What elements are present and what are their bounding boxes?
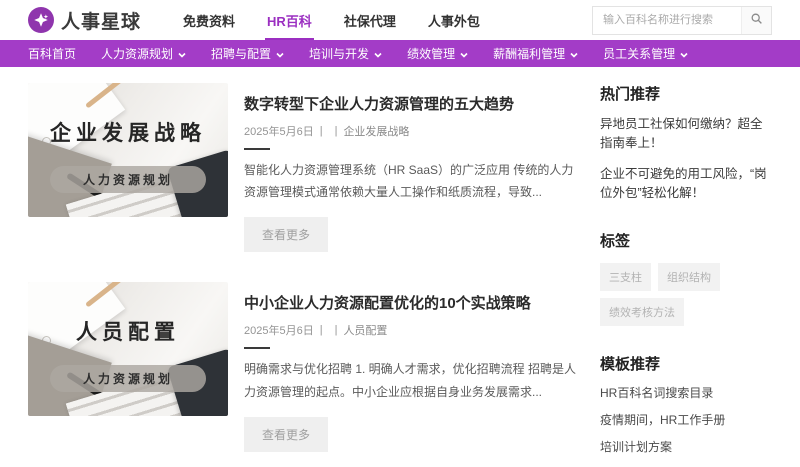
article-category-link[interactable]: 人员配置 <box>343 322 387 338</box>
article-excerpt: 明确需求与优化招聘 1. 明确人才需求，优化招聘流程 招聘是人力资源管理的起点。… <box>244 358 580 402</box>
wikinav-compensation-label: 薪酬福利管理 <box>493 45 565 62</box>
site-logo[interactable]: 人事星球 <box>28 7 141 34</box>
site-title: 人事星球 <box>61 7 141 34</box>
nav-hr-outsourcing[interactable]: 人事外包 <box>426 7 482 34</box>
meta-separator: | <box>320 324 323 336</box>
tags-title: 标签 <box>600 230 772 251</box>
article-category-link[interactable]: 企业发展战略 <box>343 123 409 139</box>
wikinav-recruiting[interactable]: 招聘与配置 <box>211 45 284 62</box>
meta-divider <box>244 347 270 349</box>
tag-list: 三支柱 组织结构 绩效考核方法 <box>600 263 772 326</box>
hot-item-link[interactable]: 企业不可避免的用工风险，“岗位外包”轻松化解！ <box>600 165 772 204</box>
article-body: 中小企业人力资源配置优化的10个实战策略 2025年5月6日 | | 人员配置 … <box>244 282 580 451</box>
read-more-button[interactable]: 查看更多 <box>244 217 328 252</box>
chevron-down-icon <box>374 47 382 61</box>
templates-title: 模板推荐 <box>600 353 772 374</box>
chevron-down-icon <box>276 47 284 61</box>
chevron-down-icon <box>178 47 186 61</box>
wikinav-home[interactable]: 百科首页 <box>28 45 76 62</box>
read-more-button[interactable]: 查看更多 <box>244 417 328 452</box>
wikinav-compensation[interactable]: 薪酬福利管理 <box>493 45 578 62</box>
wikinav-training-label: 培训与开发 <box>309 45 369 62</box>
page-content: 企业发展战略 人力资源规划 数字转型下企业人力资源管理的五大趋势 2025年5月… <box>0 67 800 467</box>
article-body: 数字转型下企业人力资源管理的五大趋势 2025年5月6日 | | 企业发展战略 … <box>244 83 580 252</box>
wikinav-employee-relations[interactable]: 员工关系管理 <box>603 45 688 62</box>
nav-free-resources[interactable]: 免费资料 <box>181 7 237 34</box>
site-header: 人事星球 免费资料 HR百科 社保代理 人事外包 <box>0 0 800 40</box>
meta-separator: | <box>320 125 323 137</box>
thumbnail-badge: 人力资源规划 <box>50 166 206 193</box>
nav-hr-wiki[interactable]: HR百科 <box>265 7 314 34</box>
chevron-down-icon <box>460 47 468 61</box>
tag-pill[interactable]: 组织结构 <box>658 263 720 291</box>
top-nav: 免费资料 HR百科 社保代理 人事外包 <box>181 0 482 40</box>
thumbnail-heading: 企业发展战略 <box>28 117 228 147</box>
meta-separator: | <box>335 324 338 336</box>
article-list: 企业发展战略 人力资源规划 数字转型下企业人力资源管理的五大趋势 2025年5月… <box>28 83 580 467</box>
star-planet-logo-icon <box>28 7 54 33</box>
article-thumbnail[interactable]: 人员配置 人力资源规划 <box>28 282 228 416</box>
search-icon <box>750 12 763 28</box>
article-date: 2025年5月6日 <box>244 123 314 139</box>
template-link[interactable]: 疫情期间，HR工作手册 <box>600 411 772 428</box>
wikinav-hr-planning[interactable]: 人力资源规划 <box>101 45 186 62</box>
hot-recommendations-title: 热门推荐 <box>600 83 772 104</box>
article-meta: 2025年5月6日 | | 人员配置 <box>244 322 580 338</box>
tag-pill[interactable]: 三支柱 <box>600 263 651 291</box>
article-thumbnail[interactable]: 企业发展战略 人力资源规划 <box>28 83 228 217</box>
wikinav-employee-relations-label: 员工关系管理 <box>603 45 675 62</box>
hot-item-link[interactable]: 异地员工社保如何缴纳？超全指南奉上！ <box>600 115 772 154</box>
tag-pill[interactable]: 绩效考核方法 <box>600 298 684 326</box>
article-title[interactable]: 中小企业人力资源配置优化的10个实战策略 <box>244 292 580 313</box>
thumbnail-badge: 人力资源规划 <box>50 365 206 392</box>
article-meta: 2025年5月6日 | | 企业发展战略 <box>244 123 580 139</box>
wiki-navbar: 百科首页 人力资源规划 招聘与配置 培训与开发 绩效管理 薪酬福利管理 员工关系… <box>0 40 800 67</box>
chevron-down-icon <box>680 47 688 61</box>
wikinav-hr-planning-label: 人力资源规划 <box>101 45 173 62</box>
wikinav-training[interactable]: 培训与开发 <box>309 45 382 62</box>
article-row: 人员配置 人力资源规划 中小企业人力资源配置优化的10个实战策略 2025年5月… <box>28 282 580 451</box>
search-input[interactable] <box>593 7 741 34</box>
wikinav-performance-label: 绩效管理 <box>407 45 455 62</box>
article-title[interactable]: 数字转型下企业人力资源管理的五大趋势 <box>244 93 580 114</box>
meta-separator: | <box>335 125 338 137</box>
wikinav-recruiting-label: 招聘与配置 <box>211 45 271 62</box>
search-button[interactable] <box>741 7 771 34</box>
wikinav-home-label: 百科首页 <box>28 45 76 62</box>
thumbnail-heading: 人员配置 <box>28 316 228 346</box>
article-excerpt: 智能化人力资源管理系统（HR SaaS）的广泛应用 传统的人力资源管理模式通常依… <box>244 159 580 203</box>
chevron-down-icon <box>570 47 578 61</box>
template-link[interactable]: 培训计划方案 <box>600 438 772 455</box>
template-link[interactable]: HR百科名词搜索目录 <box>600 384 772 401</box>
nav-social-insurance[interactable]: 社保代理 <box>342 7 398 34</box>
wikinav-performance[interactable]: 绩效管理 <box>407 45 468 62</box>
meta-divider <box>244 148 270 150</box>
search-box <box>592 6 772 35</box>
article-date: 2025年5月6日 <box>244 322 314 338</box>
article-row: 企业发展战略 人力资源规划 数字转型下企业人力资源管理的五大趋势 2025年5月… <box>28 83 580 252</box>
sidebar: 热门推荐 异地员工社保如何缴纳？超全指南奉上！ 企业不可避免的用工风险，“岗位外… <box>600 83 772 467</box>
